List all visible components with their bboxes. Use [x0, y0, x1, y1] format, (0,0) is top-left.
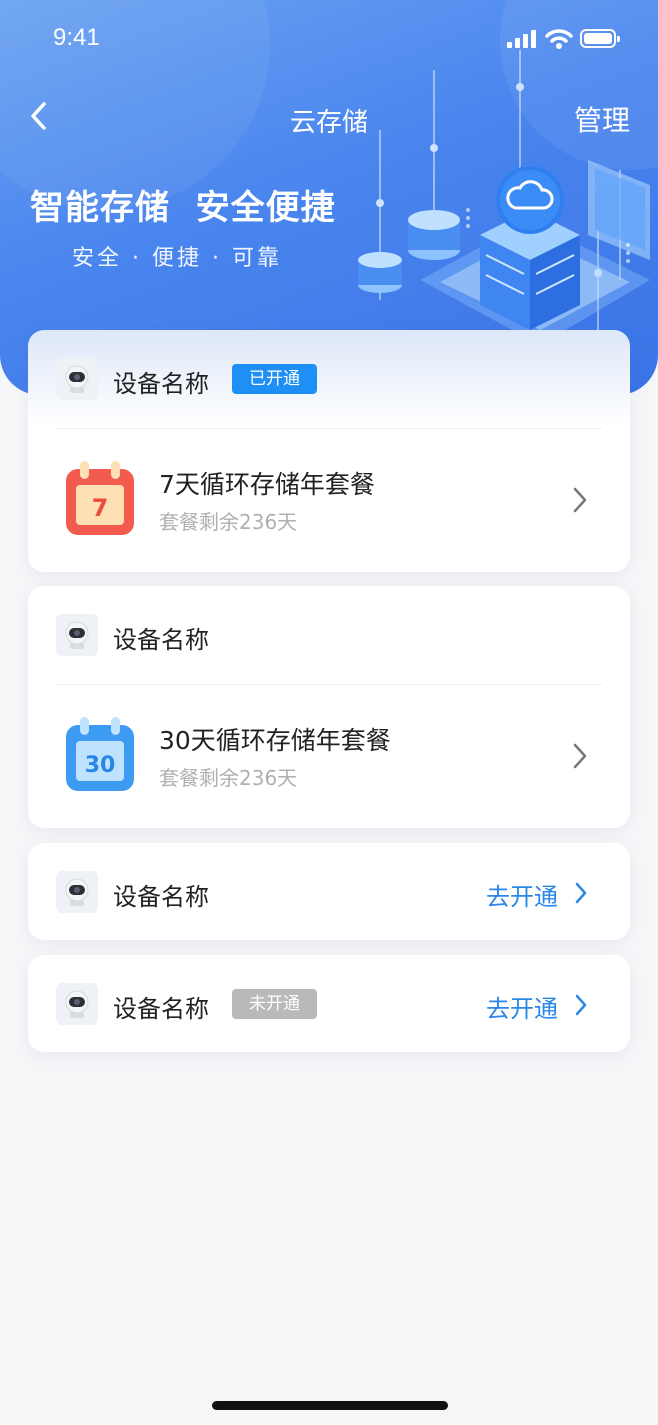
- status-badge: 已开通: [232, 364, 317, 394]
- camera-icon: [56, 614, 98, 656]
- device-card: 设备名称 未开通 去开通: [28, 955, 630, 1052]
- chevron-right-icon: [575, 994, 587, 1016]
- home-indicator: [212, 1401, 448, 1410]
- activate-button[interactable]: 去开通: [486, 877, 588, 912]
- device-name: 设备名称: [113, 883, 209, 911]
- chevron-right-icon: [573, 743, 587, 769]
- device-row: 设备名称 去开通: [28, 843, 630, 941]
- calendar-red-icon: 7: [66, 461, 134, 535]
- chevron-right-icon: [575, 882, 587, 904]
- device-row: 设备名称 未开通 去开通: [28, 955, 630, 1053]
- status-badge: 未开通: [232, 989, 317, 1019]
- device-row: 设备名称: [28, 586, 630, 684]
- banner-subtitle: 安全 · 便捷 · 可靠: [72, 246, 282, 271]
- wifi-icon: [545, 29, 573, 49]
- activate-button[interactable]: 去开通: [486, 989, 588, 1024]
- plan-remaining: 套餐剩余236天: [159, 766, 298, 790]
- camera-icon: [56, 983, 98, 1025]
- calendar-blue-icon: 30: [66, 717, 134, 791]
- activate-label: 去开通: [486, 995, 558, 1023]
- plan-name: 7天循环存储年套餐: [159, 470, 375, 499]
- calendar-number: 7: [92, 494, 109, 522]
- status-time: 9:41: [53, 24, 100, 51]
- device-name: 设备名称: [113, 626, 209, 654]
- calendar-number: 30: [85, 753, 116, 778]
- page-title: 云存储: [289, 108, 368, 138]
- manage-button[interactable]: 管理: [574, 99, 630, 139]
- device-card: 设备名称 已开通 7 7天循环存储年套餐 套餐剩余236天: [28, 330, 630, 572]
- banner-title: 智能存储 安全便捷: [30, 188, 336, 228]
- device-card: 设备名称 30 30天循环存储年套餐 套餐剩余236天: [28, 586, 630, 828]
- device-row: 设备名称 已开通: [28, 330, 630, 428]
- device-name: 设备名称: [113, 370, 209, 398]
- plan-remaining: 套餐剩余236天: [159, 510, 298, 534]
- device-name: 设备名称: [113, 995, 209, 1023]
- chevron-right-icon: [573, 487, 587, 513]
- camera-icon: [56, 358, 98, 400]
- activate-label: 去开通: [486, 883, 558, 911]
- battery-icon: [580, 29, 620, 48]
- device-card: 设备名称 去开通: [28, 843, 630, 940]
- status-bar: 9:41: [0, 0, 658, 80]
- plan-row[interactable]: 30 30天循环存储年套餐 套餐剩余236天: [28, 685, 630, 828]
- camera-icon: [56, 871, 98, 913]
- plan-row[interactable]: 7 7天循环存储年套餐 套餐剩余236天: [28, 429, 630, 572]
- plan-name: 30天循环存储年套餐: [159, 726, 391, 755]
- signal-icon: [507, 30, 539, 48]
